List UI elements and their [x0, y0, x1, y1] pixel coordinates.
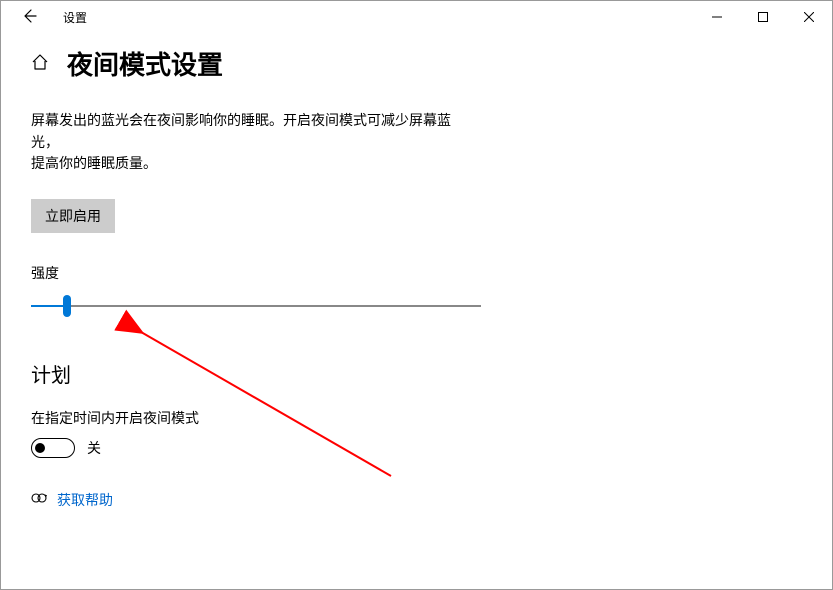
titlebar: 设置: [1, 1, 832, 33]
help-link-label: 获取帮助: [57, 490, 113, 510]
intensity-label: 强度: [31, 263, 802, 283]
page-content: 夜间模式设置 屏幕发出的蓝光会在夜间影响你的睡眠。开启夜间模式可减少屏幕蓝光， …: [1, 33, 832, 510]
arrow-left-icon: [21, 8, 37, 24]
schedule-toggle[interactable]: [31, 438, 75, 458]
slider-fill: [31, 305, 67, 307]
maximize-button[interactable]: [740, 1, 786, 33]
window-title: 设置: [63, 9, 87, 26]
home-icon[interactable]: [31, 53, 49, 75]
back-button[interactable]: [11, 8, 47, 27]
toggle-knob: [35, 443, 45, 453]
description-line2: 提高你的睡眠质量。: [31, 155, 157, 171]
intensity-section: 强度: [31, 263, 802, 315]
page-title: 夜间模式设置: [67, 45, 223, 82]
close-icon: [804, 12, 814, 22]
help-icon: [31, 490, 47, 510]
page-description: 屏幕发出的蓝光会在夜间影响你的睡眠。开启夜间模式可减少屏幕蓝光， 提高你的睡眠质…: [31, 110, 461, 175]
page-header: 夜间模式设置: [31, 45, 802, 82]
slider-thumb[interactable]: [63, 295, 71, 317]
minimize-button[interactable]: [694, 1, 740, 33]
close-button[interactable]: [786, 1, 832, 33]
schedule-title: 计划: [31, 359, 802, 388]
help-link[interactable]: 获取帮助: [31, 490, 802, 510]
titlebar-left: 设置: [1, 8, 87, 27]
slider-track: [31, 305, 481, 307]
description-line1: 屏幕发出的蓝光会在夜间影响你的睡眠。开启夜间模式可减少屏幕蓝光，: [31, 112, 451, 150]
schedule-toggle-label: 在指定时间内开启夜间模式: [31, 408, 802, 428]
schedule-toggle-row: 关: [31, 438, 802, 458]
settings-window: 设置: [0, 0, 833, 590]
enable-now-button[interactable]: 立即启用: [31, 199, 115, 233]
minimize-icon: [712, 12, 722, 22]
schedule-section: 计划 在指定时间内开启夜间模式 关: [31, 359, 802, 458]
schedule-toggle-state: 关: [87, 438, 101, 458]
maximize-icon: [758, 12, 768, 22]
titlebar-controls: [694, 1, 832, 33]
intensity-slider[interactable]: [31, 297, 481, 315]
